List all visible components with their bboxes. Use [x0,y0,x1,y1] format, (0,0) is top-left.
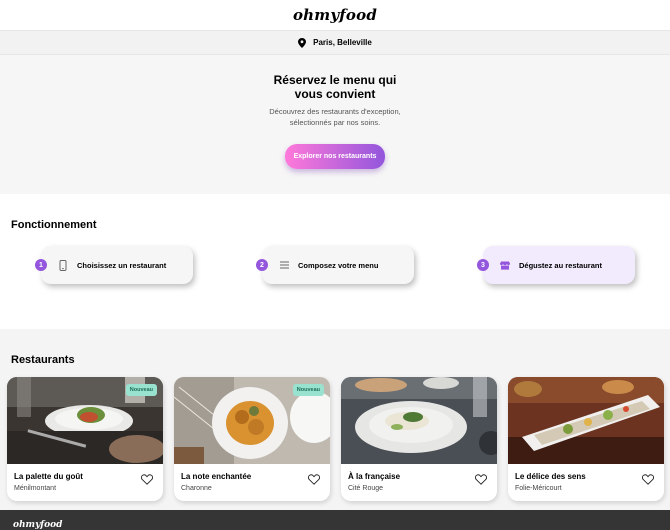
heart-icon[interactable] [642,474,654,485]
step-number: 3 [477,259,489,271]
site-footer: ohmyfood [0,510,670,530]
restaurant-area: Charonne [181,485,212,492]
restaurant-photo [341,377,497,464]
list-icon [278,259,290,271]
step-compose-menu[interactable]: 2 Composez votre menu [256,246,414,284]
heart-icon[interactable] [141,474,153,485]
phone-icon [57,259,69,271]
store-icon [499,259,511,271]
location-bar: Paris, Belleville [0,30,670,55]
restaurants-title: Restaurants [11,354,75,366]
hero-subtitle: Découvrez des restaurants d'exception, s… [269,107,401,127]
step-choose-restaurant[interactable]: 1 Choisissez un restaurant [35,246,193,284]
restaurant-name: La palette du goût [14,472,83,481]
new-badge: Nouveau [125,384,157,396]
how-title: Fonctionnement [11,219,97,231]
step-number: 2 [256,259,268,271]
step-label: Choisissez un restaurant [77,260,167,270]
how-it-works-section: Fonctionnement 1 Choisissez un restauran… [0,194,670,329]
restaurant-area: Cité Rouge [348,485,384,492]
footer-logo[interactable]: ohmyfood [13,520,62,530]
restaurant-card[interactable]: Nouveau La note enchantée Charonne [174,377,330,501]
restaurant-name: À la française [348,472,401,481]
heart-icon[interactable] [308,474,320,485]
hero-title: Réservez le menu qui vous convient [273,73,397,101]
step-enjoy-restaurant[interactable]: 3 Dégustez au restaurant [477,246,635,284]
restaurant-area: Folie-Méricourt [515,485,562,492]
restaurant-name: La note enchantée [181,472,252,481]
logo[interactable]: ohmyfood [293,6,377,24]
step-number: 1 [35,259,47,271]
restaurant-name: Le délice des sens [515,472,586,481]
restaurant-card[interactable]: Le délice des sens Folie-Méricourt [508,377,664,501]
step-label: Composez votre menu [298,260,379,270]
explore-restaurants-button[interactable]: Explorer nos restaurants [285,144,385,169]
restaurant-photo [508,377,664,464]
new-badge: Nouveau [292,384,324,396]
restaurant-photo: Nouveau [7,377,163,464]
restaurant-card[interactable]: À la française Cité Rouge [341,377,497,501]
step-label: Dégustez au restaurant [519,260,602,270]
heart-icon[interactable] [475,474,487,485]
hero-section: Réservez le menu qui vous convient Décou… [0,55,670,194]
restaurant-area: Ménilmontant [14,485,57,492]
restaurant-card[interactable]: Nouveau La palette du goût Ménilmontant [7,377,163,501]
site-header: ohmyfood [0,0,670,30]
restaurant-photo: Nouveau [174,377,330,464]
location-text: Paris, Belleville [313,38,372,47]
restaurants-section: Restaurants Nouveau La palette du goût M… [0,329,670,510]
map-pin-icon [298,37,307,48]
